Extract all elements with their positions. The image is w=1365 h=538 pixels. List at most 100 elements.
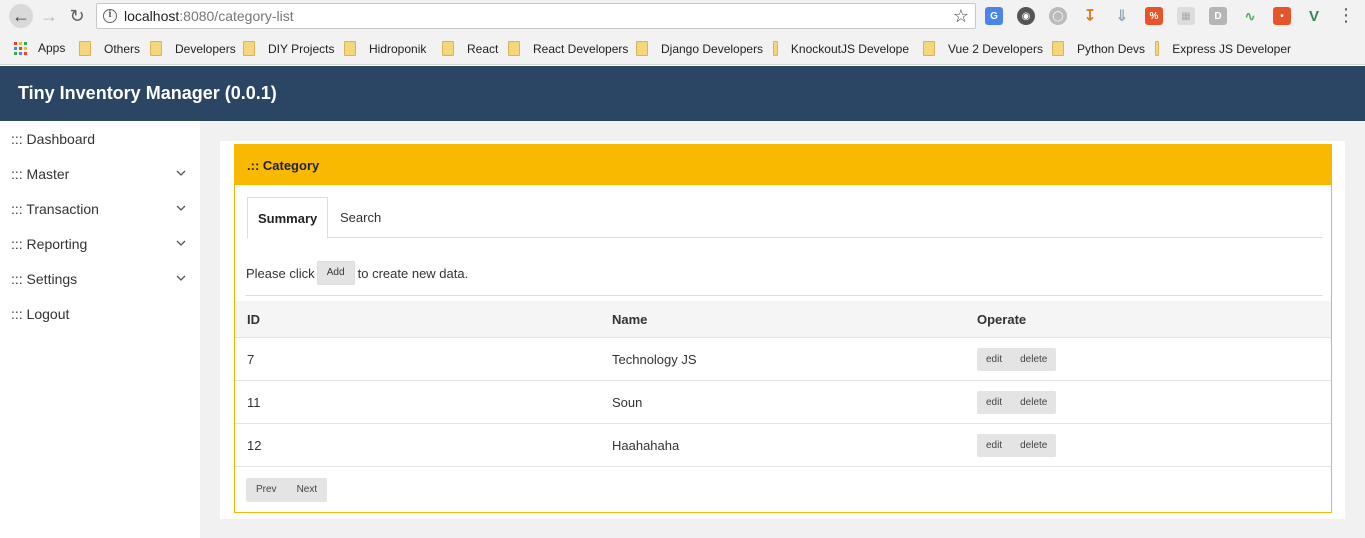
info-icon[interactable]: i (103, 9, 117, 23)
folder-icon (636, 41, 648, 56)
translate-extension-icon[interactable]: G (985, 7, 1003, 25)
sidebar-item-label: ::: Reporting (11, 236, 88, 252)
bookmark-folder[interactable]: Others (79, 41, 140, 56)
bookmark-label: Others (104, 41, 141, 56)
chevron-down-icon (176, 170, 186, 176)
card-header: .:: Category (235, 145, 1331, 185)
row-actions: edit delete (977, 434, 1057, 457)
category-card: .:: Category Summary Search Please click… (234, 144, 1332, 513)
wave-extension-icon[interactable]: ∿ (1241, 7, 1259, 25)
bookmark-folder[interactable]: Express JS Developer (1155, 41, 1291, 56)
folder-icon (150, 41, 162, 56)
bookmark-star-icon[interactable]: ☆ (953, 6, 969, 27)
bookmark-folder[interactable]: Developers (150, 41, 236, 56)
download-extension-icon[interactable]: ↧ (1081, 7, 1099, 25)
hex-extension-icon[interactable]: % (1145, 7, 1163, 25)
sidebar-item-label: ::: Dashboard (11, 131, 96, 147)
bookmark-label: Vue 2 Developers (948, 41, 1043, 56)
chevron-down-icon (176, 240, 186, 246)
next-page-button[interactable]: Next (287, 478, 328, 502)
edit-button[interactable]: edit (977, 434, 1011, 457)
sidebar-item-label: ::: Settings (11, 271, 78, 287)
sidebar-item-settings[interactable]: ::: Settings (0, 261, 200, 296)
app-header: Tiny Inventory Manager (0.0.1) (0, 66, 1365, 121)
delete-button[interactable]: delete (1011, 434, 1056, 457)
apps-grid-icon (14, 41, 27, 55)
off-extension-icon[interactable]: • (1273, 7, 1291, 25)
row-actions: edit delete (977, 348, 1057, 371)
folder-icon (79, 41, 91, 56)
bookmark-folder[interactable]: React Developers (508, 41, 628, 56)
vue-devtools-icon[interactable]: V (1305, 7, 1323, 25)
globe-extension-icon[interactable]: ◯ (1049, 7, 1067, 25)
edit-button[interactable]: edit (977, 391, 1011, 414)
forward-arrow-icon[interactable]: → (37, 4, 61, 28)
edit-button[interactable]: edit (977, 348, 1011, 371)
bookmark-folder[interactable]: Python Devs (1052, 41, 1145, 56)
main-content: .:: Category Summary Search Please click… (200, 121, 1365, 538)
sidebar-item-label: ::: Transaction (11, 201, 99, 217)
sidebar: ::: Dashboard ::: Master ::: Transaction… (0, 121, 200, 538)
delete-button[interactable]: delete (1011, 348, 1056, 371)
bookmark-folder[interactable]: Hidroponik (344, 41, 426, 56)
film-extension-icon[interactable]: ◉ (1017, 7, 1035, 25)
content-panel: .:: Category Summary Search Please click… (220, 141, 1345, 519)
sidebar-item-label: ::: Master (11, 166, 70, 182)
folder-icon (1155, 41, 1160, 56)
bookmark-folder[interactable]: Django Developers (636, 41, 763, 56)
reload-icon[interactable]: ↻ (65, 4, 89, 28)
chevron-down-icon (176, 205, 186, 211)
url-host: localhost (124, 8, 180, 24)
cell-name: Soun (612, 395, 643, 410)
bookmark-apps[interactable]: Apps (14, 41, 65, 55)
cell-name: Technology JS (612, 352, 697, 367)
bookmark-label: React (467, 41, 499, 56)
notice-prefix: Please click (246, 265, 315, 281)
bookmark-folder[interactable]: React (442, 41, 498, 56)
pagination: Prev Next (246, 478, 328, 502)
cell-id: 12 (247, 438, 262, 453)
bookmark-folder[interactable]: KnockoutJS Develope (773, 41, 909, 56)
prev-page-button[interactable]: Prev (246, 478, 287, 502)
sidebar-item-reporting[interactable]: ::: Reporting (0, 226, 200, 261)
sidebar-item-logout[interactable]: ::: Logout (0, 296, 200, 331)
bookmark-label: Developers (175, 41, 236, 56)
sidebar-item-dashboard[interactable]: ::: Dashboard (0, 121, 200, 156)
back-arrow-icon[interactable]: ← (9, 4, 33, 28)
column-header-name: Name (612, 312, 648, 327)
bookmark-label: Hidroponik (369, 41, 427, 56)
divider (245, 295, 1323, 296)
folder-icon (442, 41, 454, 56)
bookmark-folder[interactable]: DIY Projects (243, 41, 334, 56)
bookmark-folder[interactable]: Vue 2 Developers (923, 41, 1043, 56)
card-title: .:: Category (247, 158, 320, 173)
table-header-row: ID Name Operate (235, 301, 1331, 338)
app-title: Tiny Inventory Manager (0.0.1) (18, 83, 277, 103)
browser-toolbar: ← → ↻ i localhost:8080/category-list ☆ G… (0, 0, 1365, 33)
bookmark-label: Apps (38, 41, 66, 55)
delete-button[interactable]: delete (1011, 391, 1056, 414)
bookmarks-bar: Apps Others Developers DIY Projects Hidr… (0, 33, 1365, 65)
add-button[interactable]: Add (316, 261, 355, 285)
bookmark-label: React Developers (533, 41, 629, 56)
bookmark-label: Django Developers (661, 41, 764, 56)
url-path: :8080/category-list (179, 8, 294, 24)
puzzle-extension-icon[interactable]: ▦ (1177, 7, 1195, 25)
bookmark-label: Express JS Developer (1172, 41, 1291, 56)
sidebar-item-transaction[interactable]: ::: Transaction (0, 191, 200, 226)
address-bar[interactable]: i localhost:8080/category-list ☆ (96, 3, 976, 29)
folder-icon (773, 41, 778, 56)
sidebar-item-master[interactable]: ::: Master (0, 156, 200, 191)
download-manager-icon[interactable]: ⇓ (1113, 7, 1131, 25)
bookmark-label: DIY Projects (268, 41, 335, 56)
cell-id: 7 (247, 352, 255, 367)
folder-icon (344, 41, 356, 56)
create-notice: Please click Add to create new data. (246, 261, 468, 285)
cell-name: Haahahaha (612, 438, 680, 453)
tab-search[interactable]: Search (330, 197, 391, 239)
d-extension-icon[interactable]: D (1209, 7, 1227, 25)
notice-suffix: to create new data. (357, 265, 469, 281)
browser-menu-icon[interactable]: ⋮ (1337, 6, 1355, 24)
address-url[interactable]: localhost:8080/category-list (124, 8, 294, 24)
tab-summary[interactable]: Summary (247, 197, 328, 239)
